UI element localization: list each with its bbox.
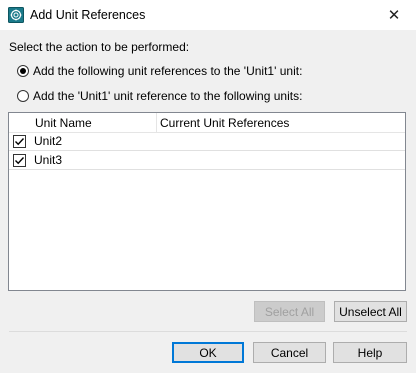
- option-label: Add the 'Unit1' unit reference to the fo…: [33, 89, 303, 103]
- unit-list[interactable]: Unit Name Current Unit References Unit2 …: [8, 112, 406, 291]
- cancel-label: Cancel: [270, 345, 309, 360]
- action-prompt: Select the action to be performed:: [9, 40, 190, 54]
- close-button[interactable]: ✕: [372, 0, 416, 30]
- list-row-unit2[interactable]: Unit2: [9, 132, 405, 151]
- ok-button[interactable]: OK: [172, 342, 244, 363]
- help-label: Help: [357, 345, 383, 360]
- option-add-unit1-to-others[interactable]: Add the 'Unit1' unit reference to the fo…: [17, 89, 302, 103]
- ok-label: OK: [199, 345, 217, 360]
- checkmark-icon: [15, 137, 25, 145]
- list-row-unit3[interactable]: Unit3: [9, 151, 405, 170]
- select-all-button[interactable]: Select All: [254, 301, 325, 322]
- close-icon: ✕: [387, 7, 401, 24]
- option-label: Add the following unit references to the…: [33, 64, 303, 78]
- list-header: Unit Name Current Unit References: [9, 113, 405, 133]
- select-all-label: Select All: [264, 304, 315, 319]
- row-checkbox[interactable]: [13, 134, 26, 148]
- app-icon: [8, 7, 24, 23]
- column-unit-name[interactable]: Unit Name: [35, 116, 92, 130]
- help-button[interactable]: Help: [333, 342, 407, 363]
- unit-name: Unit2: [34, 134, 63, 148]
- column-current-references[interactable]: Current Unit References: [160, 116, 289, 130]
- footer-divider: [9, 331, 407, 332]
- unselect-all-button[interactable]: Unselect All: [334, 301, 407, 322]
- radio-unselected[interactable]: [17, 90, 29, 102]
- checkmark-icon: [15, 156, 25, 164]
- unit-name: Unit3: [34, 153, 63, 167]
- cancel-button[interactable]: Cancel: [253, 342, 326, 363]
- unselect-all-label: Unselect All: [339, 304, 402, 319]
- radio-selected[interactable]: [17, 65, 29, 77]
- title-bar: Add Unit References ✕: [0, 0, 416, 30]
- option-add-to-unit1[interactable]: Add the following unit references to the…: [17, 64, 302, 78]
- window-title: Add Unit References: [30, 8, 146, 22]
- row-checkbox[interactable]: [13, 153, 26, 167]
- column-separator[interactable]: [156, 113, 157, 132]
